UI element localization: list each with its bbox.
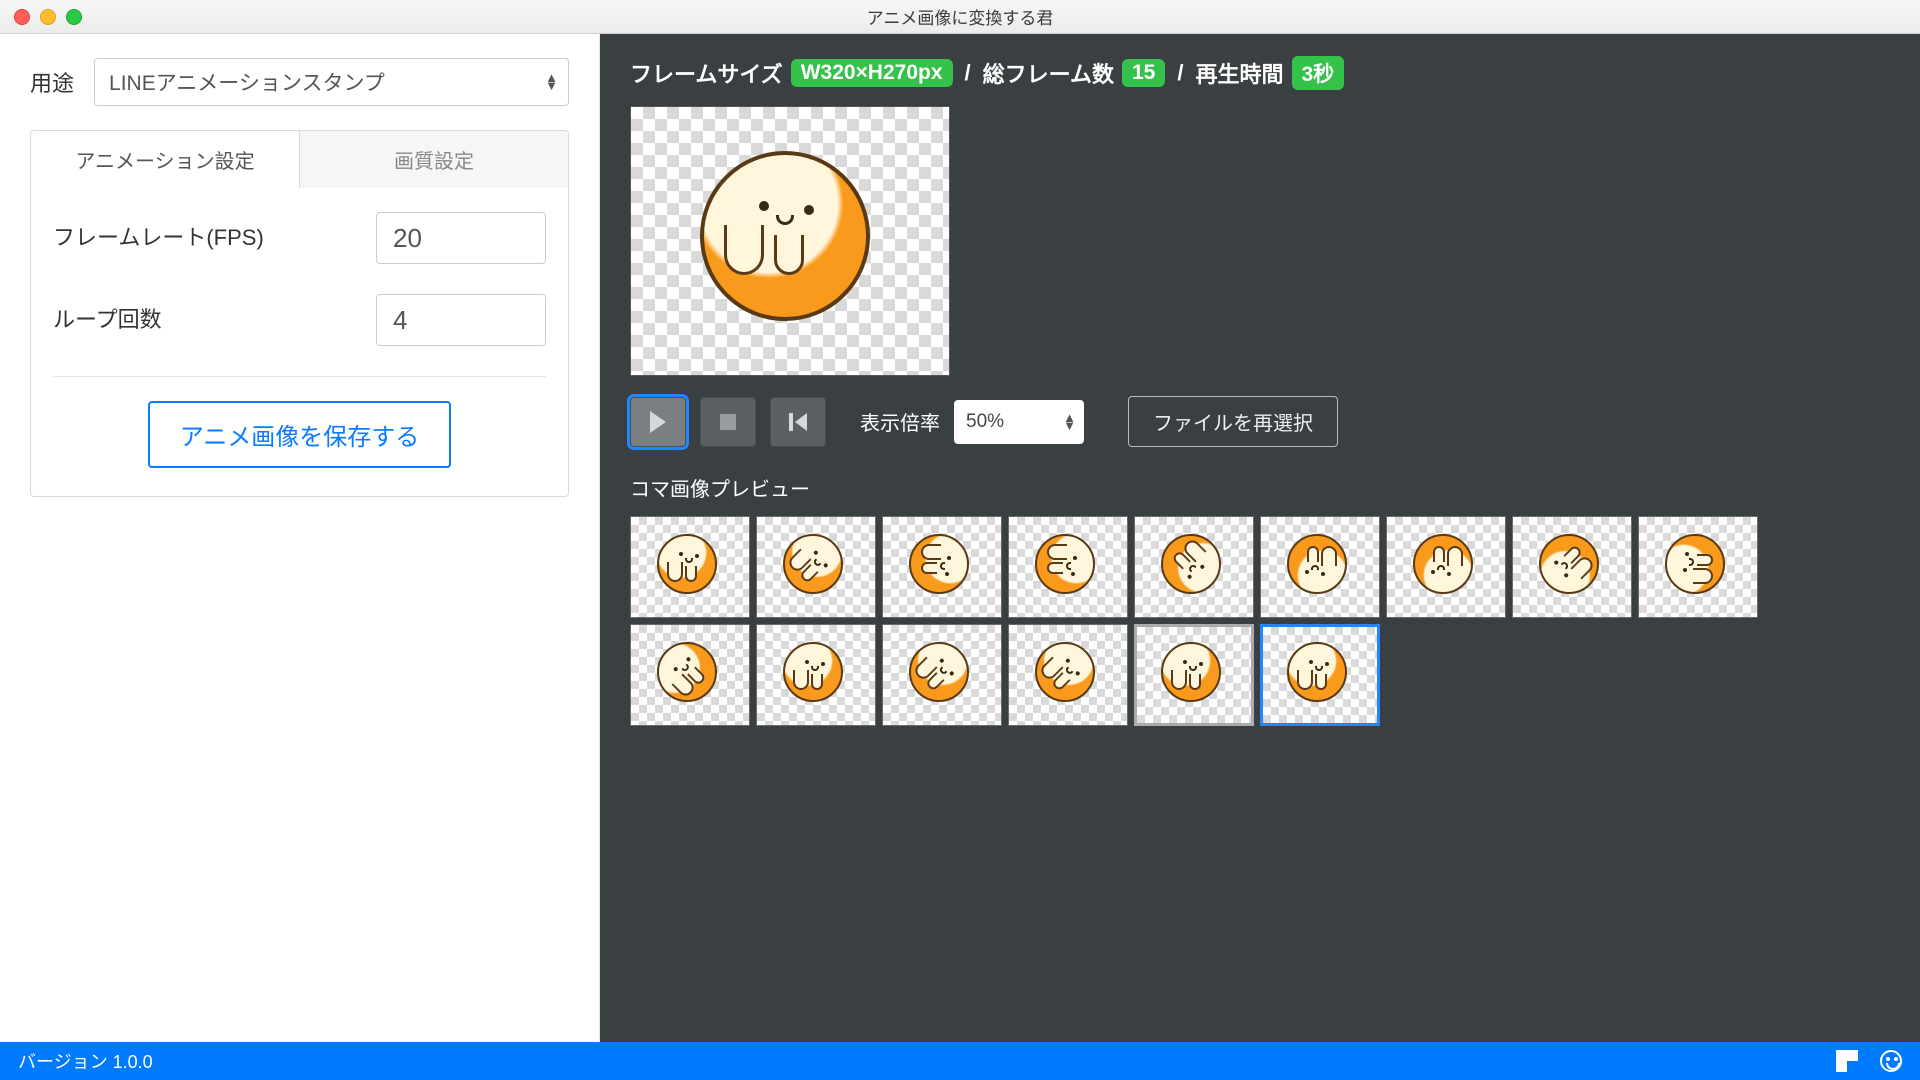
total-frames-badge: 15: [1122, 59, 1165, 87]
tab-animation[interactable]: アニメーション設定: [31, 131, 300, 188]
frame-size-badge: W320×H270px: [791, 59, 953, 87]
frames-title: コマ画像プレビュー: [630, 473, 1890, 502]
preview-panel: フレームサイズ W320×H270px / 総フレーム数 15 / 再生時間 3…: [600, 34, 1920, 1042]
tab-animation-body: フレームレート(FPS) 20 ループ回数 4 アニメ画像を保存する: [30, 188, 569, 497]
tab-quality[interactable]: 画質設定: [300, 131, 568, 188]
character-sprite: [690, 141, 890, 341]
frame-thumb[interactable]: [1386, 516, 1506, 618]
frame-thumb[interactable]: [1008, 624, 1128, 726]
save-button[interactable]: アニメ画像を保存する: [148, 401, 452, 468]
frame-size-label: フレームサイズ: [630, 57, 783, 89]
purpose-label: 用途: [30, 66, 74, 98]
meta-row: フレームサイズ W320×H270px / 総フレーム数 15 / 再生時間 3…: [630, 56, 1890, 90]
frame-thumb[interactable]: [1260, 624, 1380, 726]
playback-toolbar: 表示倍率 50% ファイルを再選択: [630, 396, 1890, 447]
frame-thumb[interactable]: [1134, 516, 1254, 618]
window-title: アニメ画像に変換する君: [0, 4, 1920, 29]
skip-back-icon: [789, 413, 807, 431]
play-button[interactable]: [630, 397, 686, 447]
duration-label: 再生時間: [1195, 57, 1283, 89]
duration-badge: 3秒: [1292, 56, 1345, 90]
purpose-select[interactable]: LINEアニメーションスタンプ: [94, 58, 569, 106]
app-icon[interactable]: [1836, 1050, 1858, 1072]
settings-tabs: アニメーション設定 画質設定: [30, 130, 569, 188]
frame-thumb[interactable]: [1008, 516, 1128, 618]
chevron-updown-icon: [545, 74, 554, 90]
frame-thumb[interactable]: [1512, 516, 1632, 618]
frame-thumb[interactable]: [1638, 516, 1758, 618]
frame-thumb[interactable]: [630, 624, 750, 726]
main-preview: [630, 106, 950, 376]
skip-back-button[interactable]: [770, 397, 826, 447]
zoom-select[interactable]: 50%: [954, 400, 1084, 444]
play-icon: [650, 411, 666, 433]
framerate-input[interactable]: 20: [376, 212, 546, 264]
reselect-files-button[interactable]: ファイルを再選択: [1128, 396, 1338, 447]
frame-thumb[interactable]: [882, 624, 1002, 726]
titlebar: アニメ画像に変換する君: [0, 0, 1920, 34]
stop-icon: [720, 414, 736, 430]
feedback-icon[interactable]: [1880, 1050, 1902, 1072]
zoom-label: 表示倍率: [860, 407, 940, 436]
frame-thumb[interactable]: [1260, 516, 1380, 618]
main: 用途 LINEアニメーションスタンプ アニメーション設定 画質設定 フレームレー…: [0, 34, 1920, 1042]
frame-thumb[interactable]: [882, 516, 1002, 618]
stop-button[interactable]: [700, 397, 756, 447]
loop-label: ループ回数: [53, 302, 162, 337]
loop-input[interactable]: 4: [376, 294, 546, 346]
framerate-label: フレームレート(FPS): [53, 220, 264, 255]
purpose-select-value: LINEアニメーションスタンプ: [109, 67, 385, 97]
frame-thumb[interactable]: [630, 516, 750, 618]
frame-grid: [630, 516, 1850, 726]
version-label: バージョン 1.0.0: [18, 1048, 153, 1074]
frame-thumb[interactable]: [756, 516, 876, 618]
frame-thumb[interactable]: [756, 624, 876, 726]
chevron-updown-icon: [1063, 414, 1072, 430]
frame-thumb[interactable]: [1134, 624, 1254, 726]
sidebar: 用途 LINEアニメーションスタンプ アニメーション設定 画質設定 フレームレー…: [0, 34, 600, 1042]
divider: [53, 376, 546, 377]
total-frames-label: 総フレーム数: [983, 57, 1114, 89]
footer: バージョン 1.0.0: [0, 1042, 1920, 1080]
